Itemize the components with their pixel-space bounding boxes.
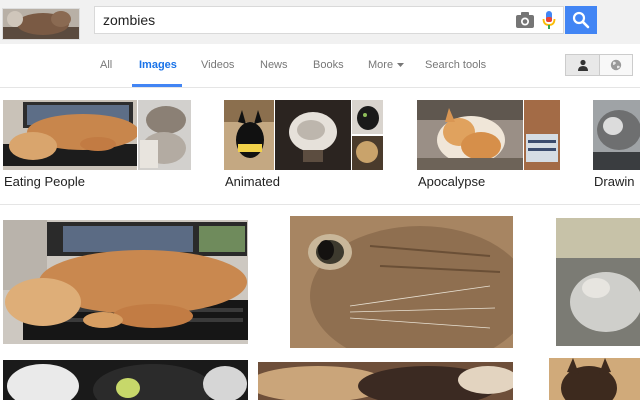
related-search-animated[interactable]: Animated (224, 100, 385, 192)
image-result[interactable] (549, 358, 640, 400)
related-thumbnails (224, 100, 383, 172)
search-input[interactable] (95, 7, 503, 33)
image-result[interactable] (258, 362, 513, 400)
related-thumbnails (417, 100, 560, 172)
related-image (524, 100, 560, 170)
caret-down-icon (397, 63, 405, 68)
related-search-label: Animated (225, 174, 280, 189)
result-image (258, 362, 513, 400)
image-result[interactable] (290, 216, 513, 348)
tab-news[interactable]: News (260, 59, 288, 71)
related-thumbnails (593, 100, 640, 172)
related-image (138, 100, 191, 170)
result-image (3, 220, 248, 344)
related-image (275, 100, 351, 170)
result-image (290, 216, 513, 348)
tab-videos[interactable]: Videos (201, 59, 234, 71)
top-bar (0, 0, 640, 44)
related-image (224, 100, 274, 170)
globe-icon (610, 59, 622, 71)
related-search-eating-people[interactable]: Eating People (3, 100, 193, 192)
related-search-label: Apocalypse (418, 174, 486, 189)
tab-more-label: More (368, 59, 394, 71)
tab-all[interactable]: All (100, 59, 112, 71)
safesearch-toggle (565, 54, 633, 76)
image-result[interactable] (3, 220, 248, 344)
mic-icon[interactable] (541, 10, 557, 30)
search-icon (572, 11, 590, 29)
related-image (417, 100, 523, 170)
personal-results-button[interactable] (566, 55, 600, 75)
result-image (3, 360, 248, 400)
active-tab-indicator (132, 84, 182, 87)
tab-more[interactable]: More (368, 59, 405, 71)
related-search-label: Drawin (594, 174, 635, 189)
image-result[interactable] (556, 218, 640, 346)
tab-books[interactable]: Books (313, 59, 344, 71)
related-image (593, 100, 640, 170)
related-thumbnails (3, 100, 191, 172)
section-divider (0, 204, 640, 205)
logo-cat-thumbnail[interactable] (2, 8, 80, 40)
image-result[interactable] (3, 360, 248, 400)
result-image (549, 358, 640, 400)
person-icon (577, 59, 588, 71)
related-image (352, 100, 383, 170)
search-button[interactable] (565, 6, 597, 34)
tab-search-tools[interactable]: Search tools (425, 59, 486, 71)
related-search-label: Eating People (4, 174, 85, 189)
tab-images[interactable]: Images (139, 59, 177, 71)
search-box (94, 6, 564, 34)
camera-icon[interactable] (515, 11, 535, 29)
global-results-button[interactable] (600, 55, 632, 75)
nav-bar: All Images Videos News Books More Search… (0, 44, 640, 88)
related-image (3, 100, 137, 170)
related-search-drawing[interactable]: Drawin (593, 100, 640, 192)
result-image (556, 218, 640, 346)
related-search-apocalypse[interactable]: Apocalypse (417, 100, 560, 192)
